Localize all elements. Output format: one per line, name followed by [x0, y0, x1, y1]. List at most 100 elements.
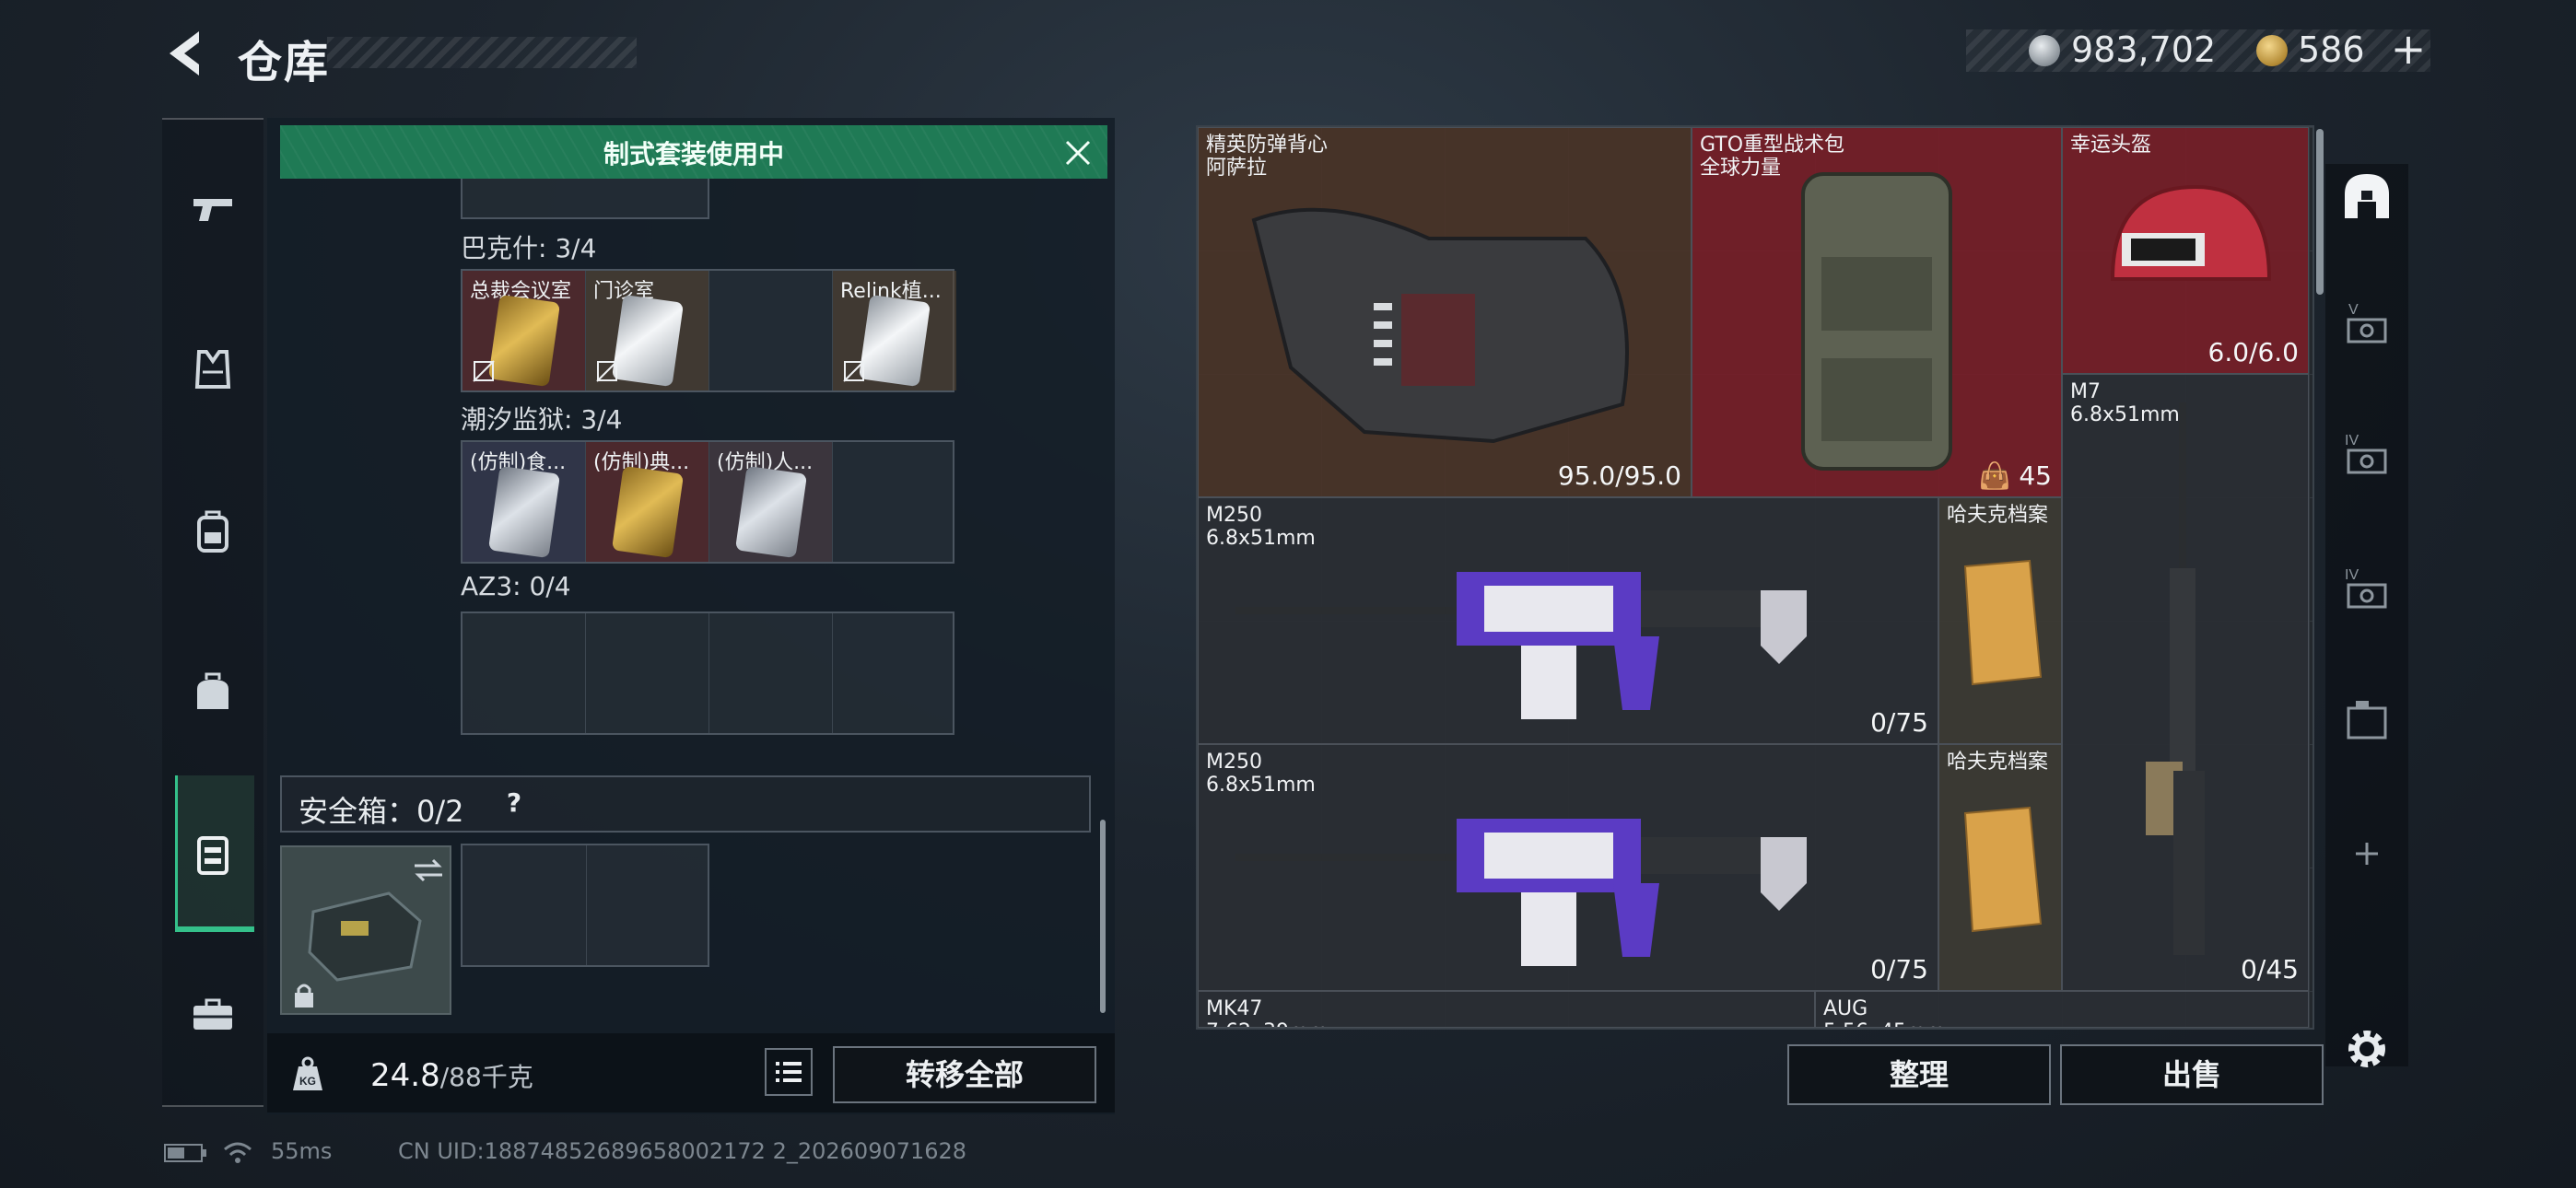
key-slot-empty[interactable]: [709, 613, 833, 733]
item-subname: 5.56x45mm: [1823, 1020, 1946, 1027]
stash-item-vest[interactable]: 精英防弹背心 阿萨拉 95.0/95.0: [1198, 127, 1692, 497]
stash-item-helmet[interactable]: 幸运头盔 6.0/6.0: [2062, 127, 2309, 374]
keycard-icon: [734, 465, 808, 559]
sell-button[interactable]: 出售: [2060, 1044, 2324, 1105]
home-button[interactable]: [2336, 166, 2397, 227]
stash-scrollbar[interactable]: [2316, 129, 2324, 295]
safe-box-empty-slots[interactable]: [461, 844, 709, 967]
section-label: 巴克什: 3/4: [461, 233, 597, 263]
key-slot-empty[interactable]: [586, 613, 709, 733]
rail-backpack[interactable]: [162, 481, 263, 582]
key-slot-empty[interactable]: [709, 271, 833, 390]
item-name: M250: [1206, 504, 1262, 527]
swap-icon[interactable]: [411, 856, 446, 884]
settings-button[interactable]: [2336, 1019, 2397, 1079]
key-slot-row: [461, 611, 954, 735]
item-name: 哈夫克档案: [1947, 751, 2049, 774]
key-slot-row: (仿制)食... (仿制)典... (仿制)人...: [461, 440, 954, 564]
capacity-value: 👜 45: [1978, 460, 2052, 491]
item-subname: 7.62x39mm: [1206, 1020, 1329, 1027]
rail-weapons[interactable]: [162, 158, 263, 260]
lock-icon: [295, 984, 313, 1007]
ammo-value: 0/45: [2241, 954, 2299, 984]
pistol-icon: [193, 199, 232, 221]
stash-item-backpack[interactable]: GTO重型战术包 全球力量 👜 45: [1692, 127, 2062, 497]
document-item-icon: [1963, 806, 2043, 933]
section-label: 潮汐监狱: 3/4: [461, 404, 623, 435]
backpack-item-icon: [1801, 172, 1952, 471]
list-icon: [776, 1062, 802, 1082]
rail-toolbox[interactable]: [162, 963, 263, 1065]
gear-icon: [2348, 1031, 2385, 1067]
key-slot-empty[interactable]: [833, 613, 956, 733]
svg-text:V: V: [2348, 302, 2359, 318]
add-stash-button[interactable]: [2336, 823, 2397, 884]
item-name: 幸运头盔: [2070, 134, 2152, 157]
keycard-icon: [858, 294, 931, 388]
stash-tab-iv-1[interactable]: IV: [2336, 424, 2397, 484]
stash-v-icon: V: [2347, 302, 2387, 344]
add-currency-button[interactable]: +: [2390, 24, 2427, 74]
kit-banner-title: 制式套装使用中: [603, 139, 784, 169]
case-stash-icon: [2347, 701, 2387, 740]
list-view-button[interactable]: [765, 1048, 813, 1096]
back-arrow-icon[interactable]: [162, 28, 208, 79]
ammo-value: 0/75: [1870, 954, 1928, 984]
stash-item-mk47[interactable]: MK477.62x39mm: [1198, 991, 1815, 1028]
stash-tab-case[interactable]: [2336, 689, 2397, 750]
stash-item-m250[interactable]: M250 6.8x51mm 0/75: [1198, 497, 1938, 744]
ping-indicator: 55ms: [271, 1138, 333, 1164]
key-slot[interactable]: (仿制)人...: [709, 442, 833, 562]
rifle-item-icon: [2146, 402, 2205, 955]
machine-gun-item-icon: [1235, 819, 1807, 966]
key-slot[interactable]: (仿制)典...: [586, 442, 709, 562]
stash-tab-v[interactable]: V: [2336, 293, 2397, 354]
stash-tab-iv-2[interactable]: IV: [2336, 558, 2397, 619]
helmet-item-icon: [2110, 184, 2272, 281]
no-drop-icon: [843, 360, 865, 382]
keycard-icon: [487, 294, 561, 388]
rail-case[interactable]: [162, 803, 263, 904]
help-button[interactable]: ?: [496, 785, 533, 821]
sort-button[interactable]: 整理: [1787, 1044, 2051, 1105]
scrollbar[interactable]: [1100, 820, 1106, 1013]
rail-armor[interactable]: [162, 319, 263, 420]
key-slot-empty[interactable]: [833, 442, 956, 562]
key-slot[interactable]: (仿制)食...: [463, 442, 586, 562]
stash-item-m7[interactable]: M7 6.8x51mm 0/45: [2062, 374, 2309, 991]
safe-case-icon: [308, 891, 422, 982]
weight-display: 24.8/88千克: [370, 1057, 533, 1094]
svg-text:KG: KG: [299, 1075, 316, 1088]
home-icon: [2345, 174, 2389, 218]
slot-divider: [586, 845, 587, 965]
gold-coin-icon: [2256, 35, 2288, 66]
category-rail: [162, 118, 263, 1107]
page-title: 仓库: [238, 37, 331, 88]
stash-item-file[interactable]: 哈夫克档案: [1938, 744, 2062, 991]
rail-bag[interactable]: [162, 641, 263, 742]
wifi-icon: [224, 1142, 252, 1163]
stash-item-file[interactable]: 哈夫克档案: [1938, 497, 2062, 744]
machine-gun-item-icon: [1235, 572, 1807, 719]
key-slot[interactable]: 门诊室: [586, 271, 709, 390]
durability-value: 95.0/95.0: [1557, 460, 1681, 491]
toolbox-icon: [193, 998, 232, 1030]
kg-icon: KG: [293, 1056, 322, 1090]
key-slot[interactable]: 总裁会议室: [463, 271, 586, 390]
keycard-icon: [611, 294, 685, 388]
stash-item-m250[interactable]: M250 6.8x51mm 0/75: [1198, 744, 1938, 991]
item-name: AUG: [1823, 997, 1868, 1020]
stash-item-aug[interactable]: AUG5.56x45mm: [1815, 991, 2309, 1028]
capacity-number: 45: [2019, 460, 2052, 491]
key-slot-empty[interactable]: [463, 613, 586, 733]
vest-icon: [194, 350, 231, 389]
close-icon[interactable]: [1060, 134, 1096, 171]
backpack-icon: [197, 510, 228, 553]
transfer-all-button[interactable]: 转移全部: [833, 1046, 1096, 1103]
battery-icon: [164, 1144, 206, 1162]
weight-value: 24.8: [370, 1057, 440, 1094]
key-slot[interactable]: Relink植...: [833, 271, 956, 390]
safe-box-item[interactable]: [280, 845, 451, 1015]
plus-icon: [2356, 843, 2378, 865]
item-subname: 阿萨拉: [1206, 157, 1268, 180]
